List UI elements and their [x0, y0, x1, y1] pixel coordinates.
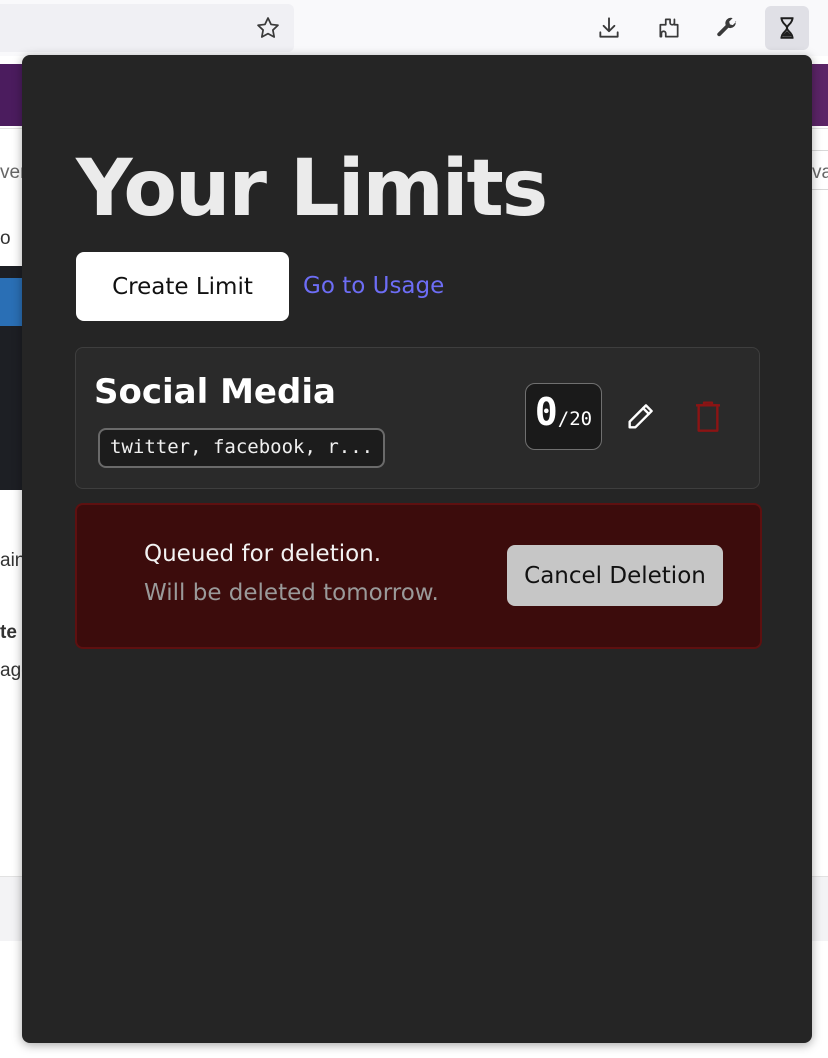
download-icon[interactable]	[587, 6, 631, 50]
extensions-icon[interactable]	[647, 6, 691, 50]
star-icon[interactable]	[246, 6, 290, 50]
delete-limit-button[interactable]	[688, 396, 728, 436]
wrench-icon[interactable]	[705, 6, 749, 50]
bg-text-fragment: te	[0, 622, 17, 643]
limit-card: Social Media twitter, facebook, r... 0/2…	[75, 347, 760, 489]
go-to-usage-link[interactable]: Go to Usage	[303, 269, 444, 303]
bg-text-fragment: va	[812, 162, 828, 183]
usage-max: 20	[569, 408, 593, 430]
trash-icon	[696, 401, 720, 432]
edit-limit-button[interactable]	[621, 396, 661, 436]
create-limit-button[interactable]: Create Limit	[76, 252, 289, 321]
hourglass-icon[interactable]	[765, 6, 809, 50]
browser-toolbar	[0, 0, 828, 56]
usage-counter: 0/20	[525, 383, 602, 450]
usage-count: 0	[534, 390, 558, 434]
deletion-subtitle: Will be deleted tomorrow.	[144, 580, 439, 606]
limits-popup: Your Limits Create Limit Go to Usage Soc…	[22, 55, 812, 1043]
limit-name: Social Media	[94, 372, 336, 412]
bg-thumbnail	[0, 266, 24, 490]
deletion-title: Queued for deletion.	[144, 541, 382, 567]
usage-separator: /	[557, 408, 570, 430]
sites-chip: twitter, facebook, r...	[98, 428, 386, 468]
page-title: Your Limits	[76, 144, 548, 234]
cancel-deletion-button[interactable]: Cancel Deletion	[507, 545, 723, 606]
deletion-notice: Queued for deletion. Will be deleted tom…	[75, 503, 762, 649]
pencil-icon	[628, 404, 653, 429]
bg-text-fragment: o	[0, 228, 11, 249]
